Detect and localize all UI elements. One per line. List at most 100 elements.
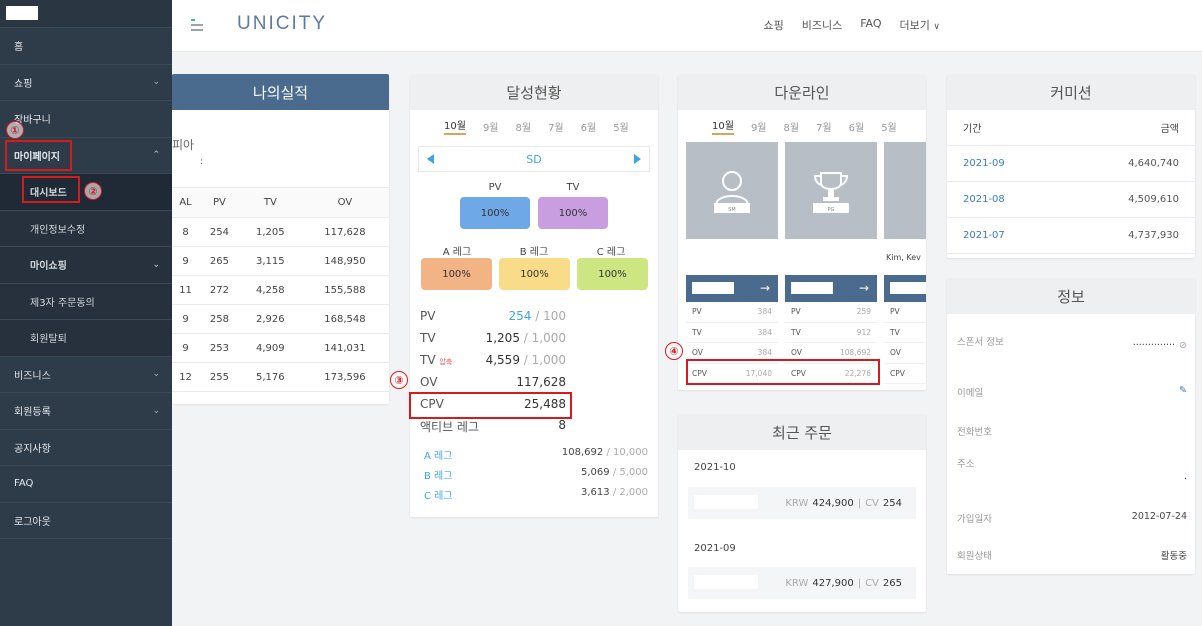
sidebar-item-third-party-consent[interactable]: 제3자 주문동의 bbox=[0, 283, 172, 320]
downline-member-card[interactable]: Kim, Kev PV TV OV CPV bbox=[884, 142, 926, 388]
my-performance-colon: : bbox=[200, 157, 204, 167]
member-status-value: 활동중 bbox=[1160, 551, 1187, 562]
cell: 12 bbox=[172, 362, 200, 392]
leg-label[interactable]: B 레그 bbox=[424, 467, 452, 482]
nav-shopping[interactable]: 쇼핑 bbox=[763, 17, 783, 33]
tab-month-5[interactable]: 5월 bbox=[881, 119, 897, 134]
row-label: OV bbox=[890, 348, 901, 358]
table-header-row: AL PV TV OV bbox=[172, 187, 389, 218]
phone-label: 전화번호 bbox=[957, 427, 992, 438]
sidebar-item-edit-profile[interactable]: 개인정보수정 bbox=[0, 210, 172, 247]
address-label: 주소 bbox=[957, 459, 975, 470]
sidebar-item-notice[interactable]: 공지사항 bbox=[0, 430, 172, 466]
stat-label: 액티브 레그 bbox=[420, 420, 480, 434]
member-detail-button[interactable]: → bbox=[686, 275, 778, 302]
commission-period[interactable]: 2021-08 bbox=[963, 194, 1005, 205]
commission-row[interactable]: 2021-07 4,737,930 bbox=[947, 218, 1195, 254]
member-pv-row: PV 259 bbox=[785, 302, 877, 323]
order-cv: 265 bbox=[882, 577, 902, 589]
downline-month-tabs: 10월 9월 8월 7월 6월 5월 bbox=[678, 114, 926, 138]
sidebar-item-business[interactable]: 비즈니스 ⌄ bbox=[0, 357, 172, 393]
chevron-down-icon: ⌄ bbox=[152, 259, 160, 270]
tab-month-9[interactable]: 9월 bbox=[483, 119, 499, 134]
tab-month-6[interactable]: 6월 bbox=[849, 119, 865, 134]
top-bar: UNICITY 쇼핑 비즈니스 FAQ 더보기 ∨ bbox=[172, 0, 1202, 52]
redacted-user-name bbox=[6, 6, 38, 20]
tv-label: TV bbox=[566, 182, 580, 193]
join-date-label: 가입일자 bbox=[957, 514, 992, 525]
sidebar-item-label: 개인정보수정 bbox=[30, 224, 86, 236]
my-performance-subtitle: 피아 bbox=[172, 138, 195, 152]
member-status-row: 회원상태 활동중 bbox=[957, 548, 1187, 562]
cell: 3,115 bbox=[239, 246, 301, 276]
leg-label[interactable]: C 레그 bbox=[424, 487, 453, 502]
order-item[interactable]: KRW 427,900 | CV 265 bbox=[688, 567, 916, 599]
tab-month-5[interactable]: 5월 bbox=[613, 119, 629, 134]
achievement-card: 달성현황 10월 9월 8월 7월 6월 5월 SD PV TV 100% 10… bbox=[410, 74, 658, 517]
sidebar-item-logout[interactable]: 로그아웃 bbox=[0, 503, 172, 539]
row-label: CPV bbox=[890, 368, 905, 378]
member-pv-row: PV 384 bbox=[686, 302, 778, 323]
nav-faq[interactable]: FAQ bbox=[860, 17, 881, 33]
tab-month-10[interactable]: 10월 bbox=[444, 117, 466, 135]
annotation-circle-3: ③ bbox=[390, 371, 408, 389]
cell: 9 bbox=[172, 304, 200, 334]
cell: 173,596 bbox=[300, 362, 389, 392]
tab-month-8[interactable]: 8월 bbox=[784, 119, 800, 134]
commission-title: 커미션 bbox=[947, 74, 1195, 110]
tab-month-10[interactable]: 10월 bbox=[712, 117, 734, 135]
table-row: 11 272 4,258 155,588 bbox=[172, 275, 389, 305]
order-item[interactable]: KRW 424,900 | CV 254 bbox=[688, 487, 916, 519]
chevron-up-icon: ⌃ bbox=[152, 150, 160, 161]
member-detail-button[interactable] bbox=[884, 275, 926, 302]
leg-value: 108,692 bbox=[561, 447, 604, 458]
sidebar-item-faq[interactable]: FAQ bbox=[0, 466, 172, 503]
member-cpv-row: CPV bbox=[884, 364, 926, 384]
amount-header: 금액 bbox=[1160, 124, 1179, 135]
row-value: 384 bbox=[757, 348, 772, 358]
unicity-logo[interactable]: UNICITY bbox=[237, 13, 327, 35]
cell: 2,926 bbox=[239, 304, 301, 334]
edit-pencil-icon[interactable]: ✎ bbox=[1179, 385, 1187, 399]
next-rank-icon[interactable] bbox=[633, 154, 641, 164]
row-value: 259 bbox=[856, 307, 871, 317]
commission-amount: 4,640,740 bbox=[1128, 158, 1179, 169]
sidebar-item-my-shopping[interactable]: 마이쇼핑 ⌄ bbox=[0, 247, 172, 284]
column-header-tv: TV bbox=[239, 187, 301, 218]
c-leg-label: C 레그 bbox=[596, 247, 626, 258]
chevron-down-icon: ⌄ bbox=[152, 77, 160, 88]
tab-month-8[interactable]: 8월 bbox=[516, 119, 532, 134]
annotation-circle-1: ① bbox=[6, 121, 24, 139]
commission-row[interactable]: 2021-09 4,640,740 bbox=[947, 146, 1195, 182]
stat-label: TV bbox=[420, 331, 436, 345]
tab-month-7[interactable]: 7월 bbox=[548, 119, 564, 134]
commission-period[interactable]: 2021-07 bbox=[963, 230, 1005, 241]
sidebar-item-withdraw[interactable]: 회원탈퇴 bbox=[0, 320, 172, 357]
downline-member-card[interactable]: SM → PV 384 TV 384 OV 384 CPV 17,040 bbox=[686, 142, 778, 388]
sidebar-item-register[interactable]: 회원등록 ⌄ bbox=[0, 393, 172, 430]
annotation-box-downline-cpv bbox=[686, 359, 880, 385]
cell: 265 bbox=[199, 246, 240, 276]
a-leg-percent-box: 100% bbox=[421, 258, 492, 290]
tv-percent-box: 100% bbox=[538, 197, 608, 229]
commission-row[interactable]: 2021-08 4,509,610 bbox=[947, 182, 1195, 218]
hamburger-menu-icon[interactable] bbox=[188, 14, 206, 34]
previous-rank-icon[interactable] bbox=[427, 154, 434, 164]
cell: 255 bbox=[199, 362, 240, 392]
member-detail-button[interactable]: → bbox=[785, 275, 877, 302]
nav-more[interactable]: 더보기 ∨ bbox=[900, 17, 940, 33]
nav-business[interactable]: 비즈니스 bbox=[802, 17, 842, 33]
eye-slash-icon[interactable]: ⊘ bbox=[1179, 340, 1187, 351]
sidebar-item-home[interactable]: 홈 bbox=[0, 28, 172, 65]
downline-member-card[interactable]: PG → PV 259 TV 912 OV 108,692 CPV 22,276 bbox=[785, 142, 877, 388]
sidebar-item-cart[interactable]: 장바구니 bbox=[0, 101, 172, 138]
commission-period[interactable]: 2021-09 bbox=[963, 158, 1005, 169]
person-rank-icon: SM bbox=[686, 142, 778, 239]
tab-month-6[interactable]: 6월 bbox=[581, 119, 597, 134]
commission-amount: 4,509,610 bbox=[1128, 194, 1179, 205]
row-value: 384 bbox=[757, 307, 772, 317]
tab-month-7[interactable]: 7월 bbox=[816, 119, 832, 134]
sidebar-item-shopping[interactable]: 쇼핑 ⌄ bbox=[0, 65, 172, 101]
tab-month-9[interactable]: 9월 bbox=[751, 119, 767, 134]
leg-label[interactable]: A 레그 bbox=[424, 447, 452, 462]
